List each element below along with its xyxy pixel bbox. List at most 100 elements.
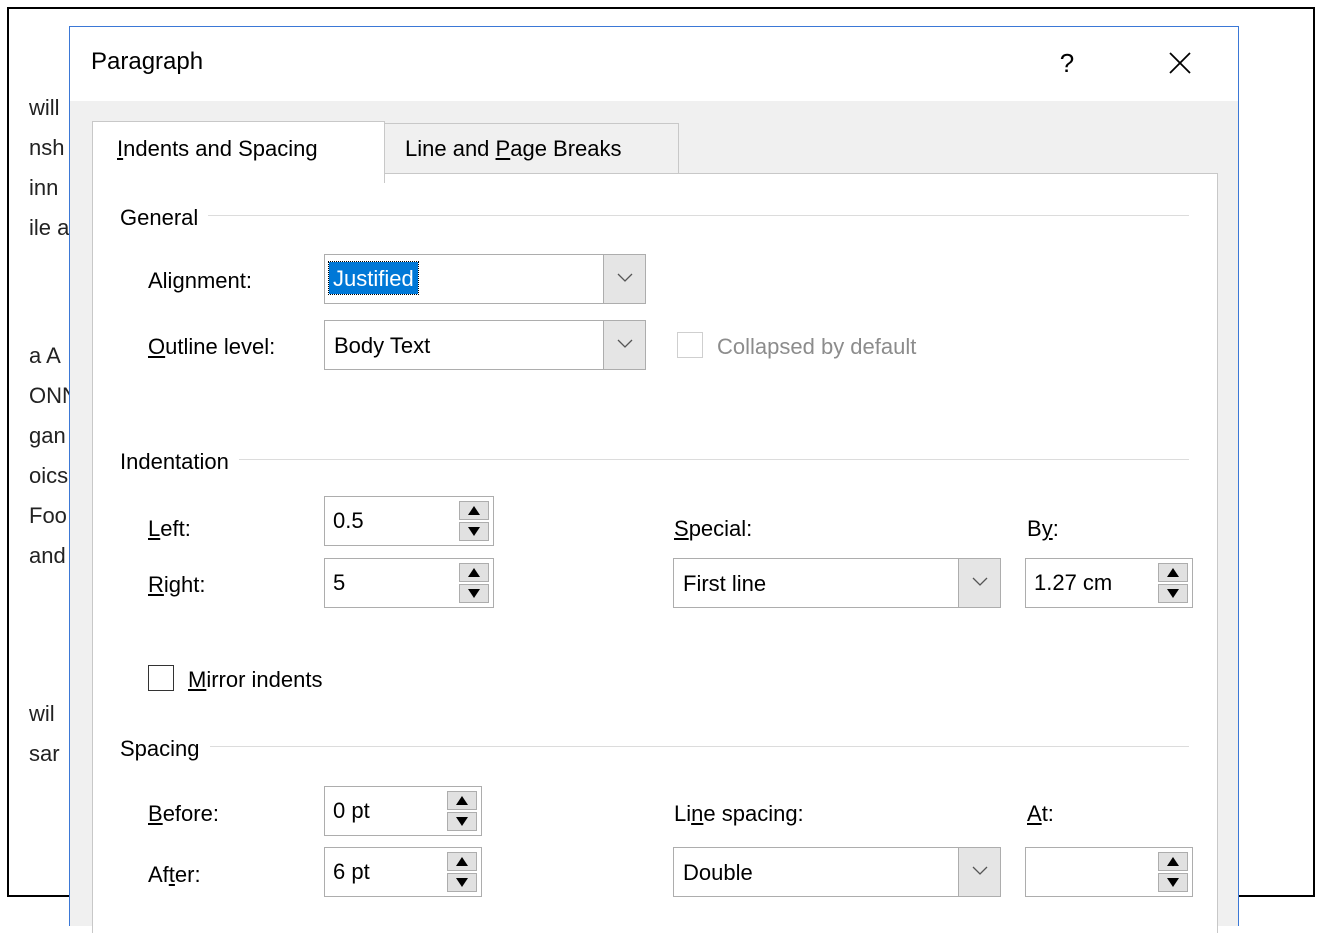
line-spacing-select[interactable]: Double: [673, 847, 1001, 897]
special-select[interactable]: First line: [673, 558, 1001, 608]
right-indent-input[interactable]: 5: [324, 558, 494, 608]
label-mnemonic: R: [148, 572, 164, 597]
tab-panel: General Alignment: Justified Outline lev…: [92, 173, 1218, 933]
tab-label: age Breaks: [510, 136, 622, 161]
help-button[interactable]: ?: [1040, 43, 1094, 83]
mirror-indents-label: Mirror indents: [188, 667, 322, 693]
section-divider: [121, 459, 1189, 460]
close-icon: [1169, 52, 1191, 74]
chevron-down-icon: [972, 866, 988, 875]
close-button[interactable]: [1146, 41, 1212, 85]
outline-level-dropdown-button[interactable]: [603, 321, 645, 369]
label-mnemonic: M: [188, 667, 207, 692]
doc-text-line: will: [29, 95, 60, 120]
after-increment-button[interactable]: [447, 852, 477, 871]
label-text: Ali: [148, 268, 173, 293]
triangle-down-icon: [468, 527, 480, 536]
special-dropdown-button[interactable]: [958, 559, 1000, 607]
alignment-value: Justified: [328, 261, 419, 295]
right-indent-label: Right:: [148, 572, 205, 598]
after-decrement-button[interactable]: [447, 873, 477, 892]
triangle-down-icon: [456, 878, 468, 887]
before-increment-button[interactable]: [447, 791, 477, 810]
section-divider: [121, 746, 1189, 747]
collapsed-by-default-checkbox[interactable]: [677, 332, 703, 358]
doc-text-line: a A: [29, 343, 61, 368]
mirror-indents-checkbox[interactable]: [148, 665, 174, 691]
label-text: efore:: [162, 801, 219, 826]
outline-level-select[interactable]: Body Text: [324, 320, 646, 370]
before-decrement-button[interactable]: [447, 812, 477, 831]
triangle-down-icon: [1167, 878, 1179, 887]
left-indent-input[interactable]: 0.5: [324, 496, 494, 546]
label-mnemonic: L: [148, 516, 161, 541]
after-label: After:: [148, 862, 201, 888]
label-text: eft:: [160, 516, 191, 541]
dialog-titlebar: Paragraph ?: [70, 27, 1238, 101]
chevron-down-icon: [617, 273, 633, 282]
at-increment-button[interactable]: [1158, 852, 1188, 871]
left-indent-increment-button[interactable]: [459, 501, 489, 520]
triangle-up-icon: [468, 506, 480, 515]
triangle-up-icon: [1167, 857, 1179, 866]
line-spacing-value: Double: [683, 860, 753, 885]
triangle-up-icon: [1167, 568, 1179, 577]
doc-text-line: wil: [29, 701, 55, 726]
label-text: B: [1027, 516, 1042, 541]
triangle-up-icon: [456, 857, 468, 866]
right-indent-value: 5: [333, 570, 346, 595]
tab-indents-and-spacing[interactable]: Indents and Spacing: [92, 121, 385, 183]
alignment-label: Alignment:: [148, 268, 252, 294]
doc-text-line: nsh: [29, 135, 65, 160]
right-indent-increment-button[interactable]: [459, 563, 489, 582]
label-text: nment:: [184, 268, 252, 293]
dialog-title: Paragraph: [91, 48, 204, 75]
doc-text-line: Foo: [29, 503, 67, 528]
outline-level-label: Outline level:: [148, 334, 275, 360]
label-text: er:: [174, 862, 201, 887]
before-input[interactable]: 0 pt: [324, 786, 482, 836]
doc-text-line: ile a: [29, 215, 70, 240]
after-value: 6 pt: [333, 859, 370, 884]
line-spacing-dropdown-button[interactable]: [958, 848, 1000, 896]
alignment-select[interactable]: Justified: [324, 254, 646, 304]
alignment-dropdown-button[interactable]: [603, 255, 645, 303]
before-label: Before:: [148, 801, 219, 827]
line-spacing-label: Line spacing:: [674, 801, 804, 827]
right-indent-decrement-button[interactable]: [459, 584, 489, 603]
collapsed-by-default-label: Collapsed by default: [717, 334, 917, 359]
doc-text-line: inn: [29, 175, 59, 200]
by-decrement-button[interactable]: [1158, 584, 1188, 603]
chevron-down-icon: [972, 577, 988, 586]
by-increment-button[interactable]: [1158, 563, 1188, 582]
label-text: Li: [674, 801, 692, 826]
at-input[interactable]: [1025, 847, 1193, 897]
left-indent-decrement-button[interactable]: [459, 522, 489, 541]
label-text: Af: [148, 862, 169, 887]
label-text: pecial:: [688, 516, 753, 541]
before-value: 0 pt: [333, 798, 370, 823]
label-text: t:: [1041, 801, 1054, 826]
by-label: By:: [1027, 516, 1059, 542]
at-label: At:: [1027, 801, 1054, 827]
tab-line-and-page-breaks[interactable]: Line and Page Breaks: [384, 123, 679, 174]
label-text: :: [1052, 516, 1059, 541]
special-label: Special:: [674, 516, 752, 542]
special-value: First line: [683, 571, 767, 596]
after-input[interactable]: 6 pt: [324, 847, 482, 897]
label-text: ight:: [163, 572, 206, 597]
label-text: e spacing:: [703, 801, 804, 826]
at-decrement-button[interactable]: [1158, 873, 1188, 892]
label-mnemonic: O: [148, 334, 166, 359]
section-title-general: General: [120, 205, 209, 231]
section-divider: [121, 215, 1189, 216]
label-text: utline level:: [165, 334, 276, 359]
label-text: irror indents: [206, 667, 323, 692]
label-mnemonic: g: [172, 268, 185, 293]
label-mnemonic: S: [674, 516, 689, 541]
by-input[interactable]: 1.27 cm: [1025, 558, 1193, 608]
triangle-up-icon: [468, 568, 480, 577]
doc-text-line: and: [29, 543, 66, 568]
paragraph-dialog: Paragraph ? Indents and Spacing Line and…: [69, 26, 1239, 933]
label-mnemonic: y: [1041, 516, 1053, 541]
